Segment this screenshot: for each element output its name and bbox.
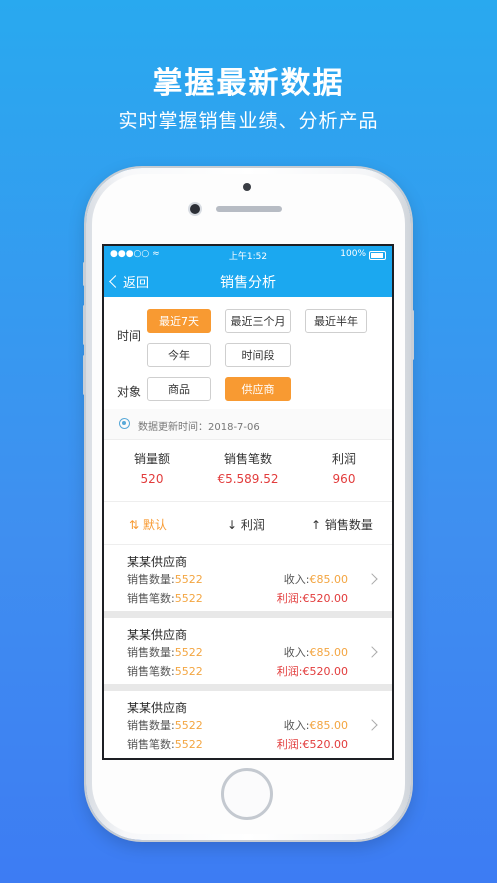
object-option-product[interactable]: 商品 <box>147 377 211 401</box>
income: 收入:€85.00 <box>283 719 348 732</box>
supplier-card[interactable]: 某某供应商 销售数量:5522 销售笔数:5522 收入:€85.00 利润:€… <box>104 618 392 684</box>
sales-qty: 销售数量:5522 <box>127 719 203 732</box>
sales-count: 销售笔数:5522 <box>127 738 203 751</box>
front-camera <box>190 204 200 214</box>
supplier-name: 某某供应商 <box>127 628 188 642</box>
stat-profit: 利润 960 <box>331 452 356 486</box>
phone-speaker <box>216 206 282 212</box>
supplier-name: 某某供应商 <box>127 701 188 715</box>
status-bar: ●●●○○ ≈ 上午1:52 100% <box>104 246 392 264</box>
chevron-right-icon <box>366 573 378 585</box>
supplier-card[interactable]: 某某供应商 销售数量:5522 销售笔数:5522 收入:€85.00 利润:€… <box>104 545 392 611</box>
sort-bar: ⇅ 默认 ↓ 利润 ↑ 销售数量 <box>104 502 392 545</box>
home-button[interactable] <box>221 768 273 820</box>
profit: 利润:€520.00 <box>276 592 348 605</box>
chevron-right-icon <box>366 646 378 658</box>
profit: 利润:€520.00 <box>276 738 348 751</box>
battery-text: 100% <box>340 249 366 259</box>
app-screen: ●●●○○ ≈ 上午1:52 100% 返回 销售分析 时间 最近7天 最近三个… <box>102 244 394 760</box>
chevron-right-icon <box>366 719 378 731</box>
summary-stats: 销量额 520 销售笔数 €5.589.52 利润 960 <box>104 440 392 502</box>
income: 收入:€85.00 <box>283 646 348 659</box>
sales-count: 销售笔数:5522 <box>127 592 203 605</box>
phone-power-button <box>411 310 414 360</box>
stat-sales-amount: 销量额 520 <box>133 452 170 486</box>
sort-default[interactable]: ⇅ 默认 <box>129 516 167 533</box>
sort-profit[interactable]: ↓ 利润 <box>227 516 265 533</box>
time-option-thisyear[interactable]: 今年 <box>147 343 211 367</box>
phone-volume-down <box>83 355 86 395</box>
time-option-7days[interactable]: 最近7天 <box>147 309 211 333</box>
sales-count: 销售笔数:5522 <box>127 665 203 678</box>
hero-title: 掌握最新数据 <box>152 66 345 101</box>
object-label: 对象 <box>117 385 142 399</box>
income: 收入:€85.00 <box>283 573 348 586</box>
phone-volume-up <box>83 305 86 345</box>
stat-sales-count: 销售笔数 €5.589.52 <box>217 452 279 486</box>
update-time: 数据更新时间：2018-7-06 <box>138 422 260 433</box>
battery-icon <box>369 251 386 260</box>
sales-qty: 销售数量:5522 <box>127 573 203 586</box>
sales-qty: 销售数量:5522 <box>127 646 203 659</box>
profit: 利润:€520.00 <box>276 665 348 678</box>
page-title: 销售分析 <box>220 275 276 291</box>
supplier-name: 某某供应商 <box>127 555 188 569</box>
update-info: 数据更新时间：2018-7-06 <box>104 409 392 440</box>
object-option-supplier[interactable]: 供应商 <box>225 377 291 401</box>
phone-side-button <box>83 262 86 286</box>
time-option-halfyear[interactable]: 最近半年 <box>305 309 367 333</box>
nav-bar: 返回 销售分析 <box>104 264 392 297</box>
filter-panel: 时间 最近7天 最近三个月 最近半年 今年 时间段 对象 商品 供应商 <box>104 297 392 409</box>
time-option-range[interactable]: 时间段 <box>225 343 291 367</box>
time-option-3months[interactable]: 最近三个月 <box>225 309 291 333</box>
hero-subtitle: 实时掌握销售业绩、分析产品 <box>118 110 379 132</box>
refresh-icon <box>119 418 130 429</box>
proximity-sensor <box>243 183 251 191</box>
supplier-card[interactable]: 某某供应商 销售数量:5522 销售笔数:5522 收入:€85.00 利润:€… <box>104 691 392 757</box>
time-label: 时间 <box>117 329 142 343</box>
sort-quantity[interactable]: ↑ 销售数量 <box>311 516 373 533</box>
